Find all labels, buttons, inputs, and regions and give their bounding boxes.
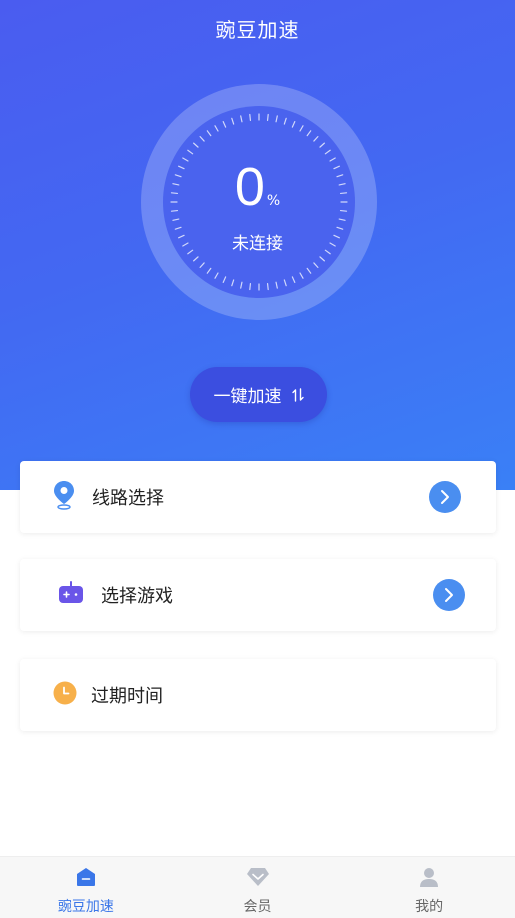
- game-select-label: 选择游戏: [101, 586, 173, 607]
- expiry-time-card: 过期时间: [20, 659, 496, 731]
- tab-profile-label: 我的: [415, 899, 444, 915]
- expiry-time-label: 过期时间: [91, 686, 163, 707]
- gauge-tick: [199, 262, 205, 268]
- gauge-tick: [172, 218, 180, 221]
- gauge-tick: [193, 256, 199, 262]
- gauge-tick: [275, 281, 278, 289]
- hero-panel: 豌豆加速 0% 未连接 一键加速: [0, 0, 515, 490]
- gauge-tick: [240, 281, 243, 289]
- gauge-tick: [193, 142, 199, 148]
- tab-membership-label: 会员: [243, 899, 272, 915]
- route-chevron-right-icon[interactable]: [429, 481, 461, 513]
- gauge-unit: %: [266, 193, 281, 209]
- gauge-tick: [249, 113, 252, 122]
- gauge-tick: [313, 262, 319, 268]
- bottom-tab-bar: 豌豆加速 会员 我的: [0, 856, 515, 918]
- gauge-tick: [324, 149, 331, 155]
- game-select-card[interactable]: 选择游戏: [20, 559, 496, 631]
- gauge-tick: [319, 142, 325, 148]
- gauge-tick: [199, 136, 205, 142]
- connection-status: 未连接: [232, 234, 283, 254]
- gauge-tick: [306, 267, 312, 274]
- gauge-tick: [306, 130, 312, 137]
- gauge-tick: [266, 113, 269, 122]
- route-select-label: 线路选择: [92, 488, 164, 509]
- gauge-tick: [283, 117, 287, 125]
- gauge-value: 0%: [0, 160, 515, 214]
- gauge-tick: [291, 276, 296, 283]
- gauge-tick: [214, 125, 219, 132]
- gauge-tick: [299, 272, 304, 279]
- gauge-tick: [275, 115, 278, 123]
- gauge-tick: [249, 282, 252, 291]
- gamepad-icon: [58, 581, 84, 609]
- one-click-accelerate-button[interactable]: 一键加速: [190, 367, 327, 422]
- gauge-tick: [240, 115, 243, 123]
- gauge-number: 0: [234, 157, 265, 217]
- app-title: 豌豆加速: [215, 18, 300, 42]
- gauge-tick: [299, 125, 304, 132]
- tab-membership[interactable]: 会员: [172, 857, 344, 918]
- swap-arrows-icon: [291, 387, 304, 402]
- gauge-tick: [291, 121, 296, 128]
- tab-home[interactable]: 豌豆加速: [0, 857, 172, 918]
- gauge-tick: [338, 218, 346, 221]
- game-chevron-right-icon[interactable]: [433, 579, 465, 611]
- gauge-tick: [222, 121, 227, 128]
- location-pin-icon: [52, 480, 76, 514]
- user-icon: [419, 867, 439, 891]
- gauge-tick: [206, 267, 212, 274]
- gauge-tick: [187, 149, 194, 155]
- gauge-tick: [319, 256, 325, 262]
- clock-icon: [53, 681, 77, 709]
- gauge-tick: [222, 276, 227, 283]
- diamond-icon: [246, 867, 270, 891]
- gauge-tick: [283, 279, 287, 287]
- gauge-tick: [231, 279, 235, 287]
- gauge-tick: [231, 117, 235, 125]
- gauge-tick: [214, 272, 219, 279]
- route-select-card[interactable]: 线路选择: [20, 461, 496, 533]
- gauge-tick: [266, 282, 269, 291]
- tab-home-label: 豌豆加速: [57, 899, 114, 915]
- home-icon: [75, 867, 97, 891]
- tab-profile[interactable]: 我的: [343, 857, 515, 918]
- gauge-tick: [313, 136, 319, 142]
- accelerate-label: 一键加速: [213, 387, 282, 407]
- gauge-tick: [206, 130, 212, 137]
- app-screen: 豌豆加速 0% 未连接 一键加速 线路选择 选择游戏 过期时间 豌豆加速 会员 …: [0, 0, 515, 918]
